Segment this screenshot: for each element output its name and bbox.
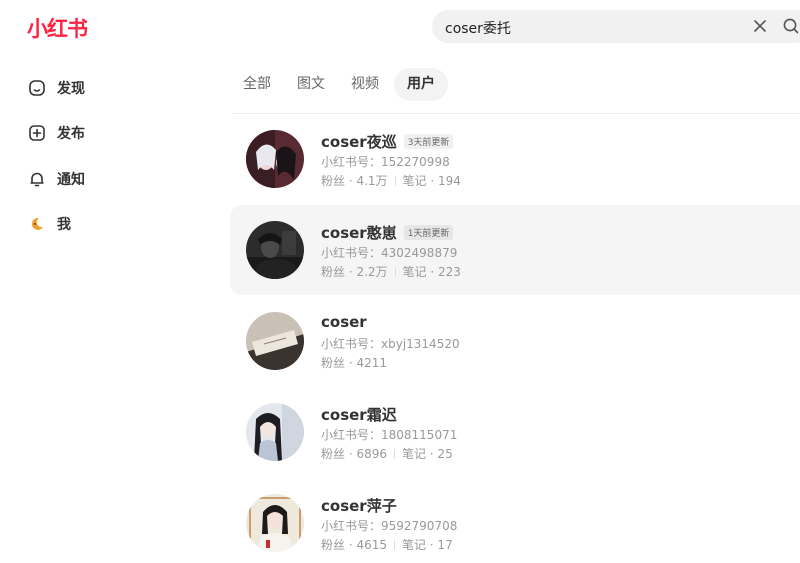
user-stats: 粉丝 · 4615 笔记 · 17 bbox=[321, 536, 453, 553]
user-name-text[interactable]: coser夜巡 bbox=[321, 131, 397, 152]
update-badge: 1天前更新 bbox=[403, 225, 454, 240]
user-name[interactable]: coser憨崽 1天前更新 bbox=[321, 222, 454, 243]
user-name-text[interactable]: coser bbox=[321, 313, 367, 331]
avatar[interactable] bbox=[246, 403, 304, 461]
user-result-item[interactable]: coser夜巡 3天前更新 小红书号：152270998 粉丝 · 4.1万 笔… bbox=[230, 114, 800, 204]
plus-square-icon bbox=[28, 124, 46, 142]
stats-divider bbox=[394, 266, 396, 277]
user-avatar-icon bbox=[28, 215, 46, 233]
notes-count: 笔记 · 17 bbox=[401, 538, 453, 552]
user-stats: 粉丝 · 6896 笔记 · 25 bbox=[321, 445, 453, 462]
fans-count: 粉丝 · 6896 bbox=[321, 447, 387, 461]
stats-divider bbox=[393, 539, 395, 550]
sidebar-item-me[interactable]: 我 bbox=[28, 212, 71, 236]
fans-count: 粉丝 · 4211 bbox=[321, 356, 387, 370]
fans-count: 粉丝 · 4.1万 bbox=[321, 174, 388, 188]
user-name-text[interactable]: coser霜迟 bbox=[321, 404, 397, 425]
user-id: 小红书号：9592790708 bbox=[321, 519, 458, 533]
close-icon[interactable] bbox=[750, 16, 770, 36]
avatar[interactable] bbox=[246, 312, 304, 370]
search-bar[interactable]: coser委托 bbox=[432, 10, 800, 43]
stats-divider bbox=[394, 175, 396, 186]
avatar[interactable] bbox=[246, 221, 304, 279]
user-result-item[interactable]: coser 小红书号：xbyj1314520 粉丝 · 4211 bbox=[230, 296, 800, 386]
home-icon bbox=[28, 79, 46, 97]
search-icon[interactable] bbox=[781, 16, 800, 36]
user-id: 小红书号：1808115071 bbox=[321, 428, 458, 442]
tab-video[interactable]: 视频 bbox=[340, 68, 390, 101]
notes-count: 笔记 · 25 bbox=[401, 447, 453, 461]
search-input[interactable]: coser委托 bbox=[445, 18, 511, 38]
sidebar-item-discover[interactable]: 发现 bbox=[28, 76, 85, 100]
sidebar-item-label: 我 bbox=[57, 217, 71, 233]
tab-all[interactable]: 全部 bbox=[232, 68, 282, 101]
fans-count: 粉丝 · 2.2万 bbox=[321, 265, 388, 279]
user-id: 小红书号：xbyj1314520 bbox=[321, 337, 460, 351]
stats-divider bbox=[393, 448, 395, 459]
user-name-text[interactable]: coser萍子 bbox=[321, 495, 397, 516]
user-result-item[interactable]: coser霜迟 小红书号：1808115071 粉丝 · 6896 笔记 · 2… bbox=[230, 387, 800, 477]
search-tabs: 全部 图文 视频 用户 bbox=[232, 68, 452, 101]
user-stats: 粉丝 · 4.1万 笔记 · 194 bbox=[321, 172, 461, 189]
user-name[interactable]: coser霜迟 bbox=[321, 404, 397, 425]
avatar[interactable] bbox=[246, 494, 304, 552]
notes-count: 笔记 · 223 bbox=[402, 265, 461, 279]
tab-image-text[interactable]: 图文 bbox=[286, 68, 336, 101]
tab-users[interactable]: 用户 bbox=[394, 68, 448, 101]
user-result-item[interactable]: coser憨崽 1天前更新 小红书号：4302498879 粉丝 · 2.2万 … bbox=[230, 205, 800, 295]
user-stats: 粉丝 · 2.2万 笔记 · 223 bbox=[321, 263, 461, 280]
notes-count: 笔记 · 194 bbox=[402, 174, 461, 188]
user-name[interactable]: coser夜巡 3天前更新 bbox=[321, 131, 454, 152]
sidebar-item-publish[interactable]: 发布 bbox=[28, 121, 85, 145]
fans-count: 粉丝 · 4615 bbox=[321, 538, 387, 552]
user-id: 小红书号：152270998 bbox=[321, 155, 450, 169]
user-name[interactable]: coser bbox=[321, 313, 367, 331]
sidebar-item-label: 发布 bbox=[57, 126, 85, 142]
sidebar-item-label: 发现 bbox=[57, 81, 85, 97]
sidebar-item-label: 通知 bbox=[57, 172, 85, 188]
app-logo[interactable]: 小红书 bbox=[27, 13, 88, 43]
update-badge: 3天前更新 bbox=[403, 134, 454, 149]
user-name[interactable]: coser萍子 bbox=[321, 495, 397, 516]
user-stats: 粉丝 · 4211 bbox=[321, 354, 387, 371]
user-result-item[interactable]: coser萍子 小红书号：9592790708 粉丝 · 4615 笔记 · 1… bbox=[230, 478, 800, 563]
user-id: 小红书号：4302498879 bbox=[321, 246, 458, 260]
sidebar-item-notifications[interactable]: 通知 bbox=[28, 167, 85, 191]
avatar[interactable] bbox=[246, 130, 304, 188]
bell-icon bbox=[28, 170, 46, 188]
user-name-text[interactable]: coser憨崽 bbox=[321, 222, 397, 243]
